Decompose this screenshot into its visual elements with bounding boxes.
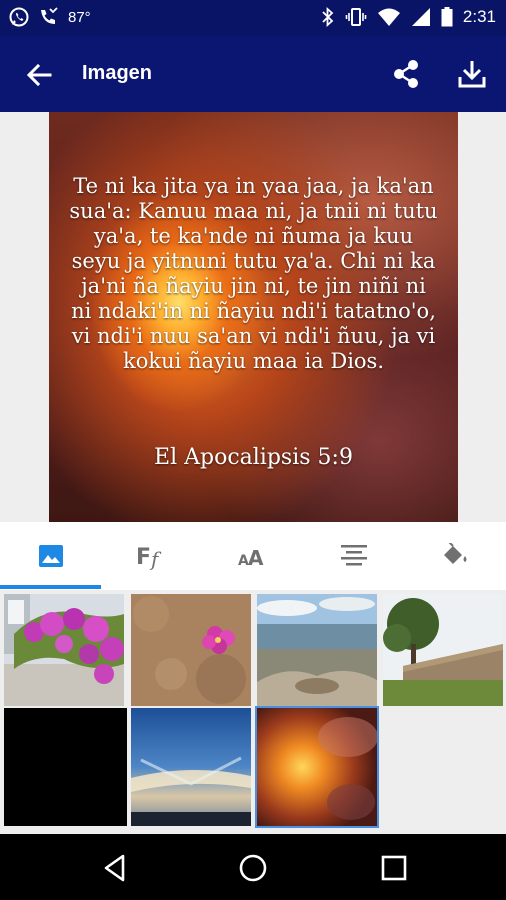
thumbnail-fiery-clouds[interactable] (255, 706, 379, 828)
tab-font[interactable]: F f (101, 522, 202, 590)
tab-alignment[interactable] (303, 522, 404, 590)
paint-bucket-icon (443, 543, 466, 564)
signal-icon (411, 8, 430, 26)
verse-image-preview: Te ni ka jita ya in yaa jaa, ja ka'an su… (49, 112, 458, 522)
back-arrow-icon[interactable] (24, 60, 54, 90)
tab-text-size[interactable]: A A (202, 522, 303, 590)
svg-text:f: f (149, 547, 162, 570)
back-triangle-icon[interactable] (98, 851, 132, 885)
home-circle-icon[interactable] (236, 851, 270, 885)
app-bar: Imagen (0, 36, 506, 112)
thumbnail-bougainvillea[interactable] (4, 594, 124, 706)
thumbnail-black[interactable] (4, 708, 127, 826)
thumbnail-pink-flower[interactable] (131, 594, 251, 706)
download-icon[interactable] (456, 58, 488, 90)
fiery-clouds-image (256, 707, 378, 827)
image-icon (38, 545, 63, 567)
svg-text:A: A (248, 546, 264, 569)
thumbnail-sunset-sky[interactable] (131, 708, 251, 826)
status-bar-left: 87° (8, 6, 91, 28)
align-center-icon (340, 545, 367, 566)
vibrate-icon (345, 8, 367, 26)
tab-color[interactable] (404, 522, 505, 590)
thumbnail-stone-wall[interactable] (383, 594, 503, 706)
selected-tab-indicator (0, 585, 101, 589)
recents-square-icon[interactable] (377, 851, 411, 885)
system-nav-bar (0, 834, 506, 900)
page-title: Imagen (82, 62, 153, 84)
mountain-image (257, 594, 377, 706)
tab-background-image[interactable] (0, 522, 101, 590)
pink-flower-image (131, 594, 251, 706)
wifi-icon (377, 8, 400, 26)
verse-reference: El Apocalipsis 5:9 (154, 445, 353, 470)
font-family-icon: F f (136, 545, 162, 570)
whatsapp-icon (9, 7, 29, 27)
temperature-text: 87° (68, 8, 91, 26)
sunset-sky-image (131, 708, 251, 826)
bougainvillea-image (4, 594, 124, 706)
stone-wall-image (383, 594, 503, 706)
bluetooth-icon (322, 6, 334, 28)
svg-text:F: F (136, 545, 151, 570)
status-bar-right: 2:31 (321, 6, 496, 28)
background-gallery (0, 590, 506, 834)
thumbnail-mountain[interactable] (257, 594, 377, 706)
clock-text: 2:31 (462, 7, 496, 26)
share-icon[interactable] (390, 58, 422, 90)
text-size-icon: A A (238, 546, 264, 569)
battery-icon (441, 7, 453, 27)
editor-tab-bar: F f A A (0, 522, 506, 590)
missed-call-icon (41, 7, 58, 24)
verse-text: Te ni ka jita ya in yaa jaa, ja ka'an su… (69, 174, 438, 373)
status-bar: 87° 2:31 (0, 0, 506, 36)
